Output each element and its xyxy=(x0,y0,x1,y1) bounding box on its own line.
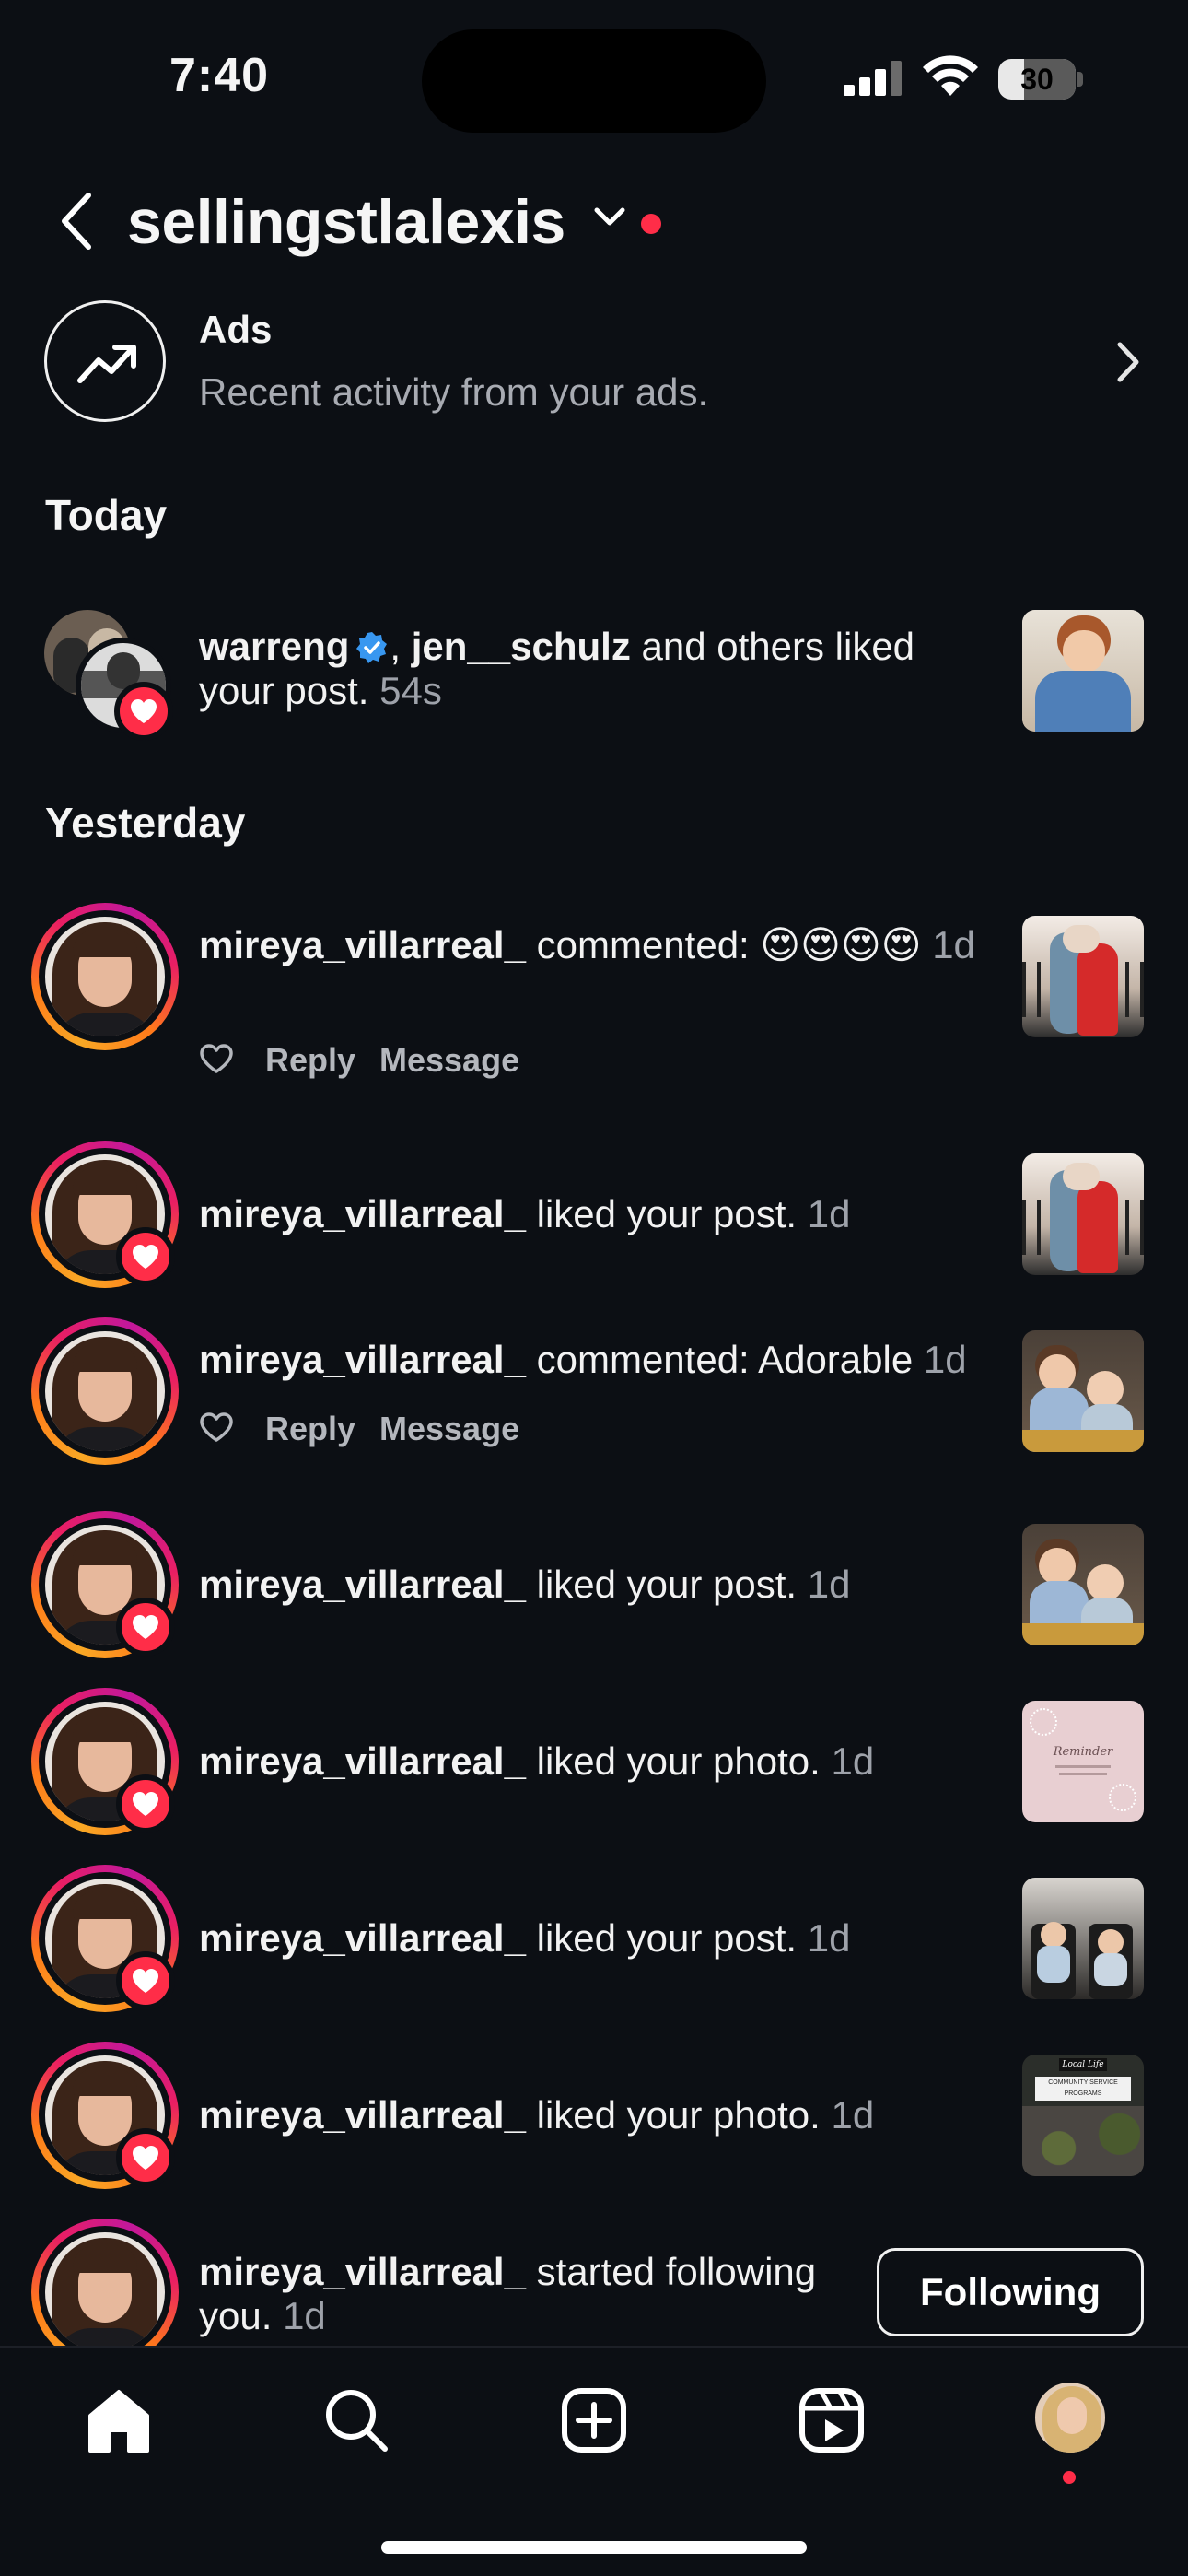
battery-level: 30 xyxy=(1020,63,1054,96)
section-today: Today xyxy=(45,491,168,539)
notification-text: mireya_villarreal_ started following you… xyxy=(199,2250,817,2337)
home-indicator xyxy=(381,2541,807,2554)
post-thumbnail[interactable] xyxy=(1022,916,1144,1037)
ads-activity-row[interactable]: Ads Recent activity from your ads. xyxy=(0,295,1188,433)
avatar-mireya-villarreal[interactable] xyxy=(31,1317,179,1465)
message-button[interactable]: Message xyxy=(379,1410,519,1448)
avatar-mireya-villarreal[interactable] xyxy=(31,2219,179,2348)
create-tab[interactable] xyxy=(558,2384,635,2462)
verified-badge-icon xyxy=(356,632,388,663)
like-heart-icon xyxy=(116,1598,175,1657)
notification-row[interactable]: warreng, jen__schulz and others liked yo… xyxy=(0,599,1188,746)
notification-text: mireya_villarreal_ liked your post. 1d xyxy=(199,1192,851,1235)
home-icon xyxy=(88,2390,149,2453)
following-button[interactable]: Following xyxy=(877,2248,1144,2336)
notification-text: warreng, jen__schulz and others liked yo… xyxy=(199,625,915,712)
search-icon xyxy=(326,2390,388,2452)
status-bar: 7:40 30 xyxy=(0,0,1188,138)
like-heart-icon xyxy=(114,682,173,741)
plus-square-icon xyxy=(562,2388,626,2453)
wifi-icon xyxy=(923,55,978,96)
activity-header: sellingstlalexis xyxy=(0,175,1188,267)
back-arrow-icon[interactable] xyxy=(53,188,99,254)
ads-subtitle: Recent activity from your ads. xyxy=(199,370,709,414)
chevron-down-icon[interactable] xyxy=(593,206,626,228)
ads-trend-icon xyxy=(44,300,166,422)
avatar-mireya-villarreal[interactable] xyxy=(31,903,179,1050)
home-tab[interactable] xyxy=(83,2384,160,2462)
notification-text: mireya_villarreal_ commented: Adorable 1… xyxy=(199,1338,967,1381)
thumbnail-caption: Reminder xyxy=(1053,1745,1113,1759)
notification-row[interactable]: mireya_villarreal_ liked your post. 1d xyxy=(0,1511,1188,1658)
reels-icon xyxy=(799,2388,864,2453)
like-heart-icon xyxy=(116,1951,175,2010)
notification-text: mireya_villarreal_ liked your photo. 1d xyxy=(199,1739,875,1783)
notification-dot xyxy=(641,214,661,234)
cellular-signal-icon xyxy=(844,61,902,96)
thumbnail-caption: COMMUNITY SERVICE PROGRAMS xyxy=(1035,2077,1131,2101)
post-thumbnail[interactable] xyxy=(1022,1153,1144,1275)
search-tab[interactable] xyxy=(320,2384,398,2462)
reply-button[interactable]: Reply xyxy=(265,1410,355,1448)
notification-row[interactable]: mireya_villarreal_ liked your photo. 1d … xyxy=(0,1688,1188,1835)
ads-title: Ads xyxy=(199,308,273,351)
status-time: 7:40 xyxy=(169,49,270,102)
dynamic-island xyxy=(422,29,766,133)
like-comment-heart-icon[interactable] xyxy=(199,1043,234,1074)
notification-text: mireya_villarreal_ commented: 😍😍😍😍 1d xyxy=(199,923,975,966)
post-thumbnail[interactable] xyxy=(1022,1878,1144,1999)
battery-icon: 30 xyxy=(998,59,1083,100)
post-thumbnail[interactable]: Local Life COMMUNITY SERVICE PROGRAMS xyxy=(1022,2055,1144,2176)
reply-button[interactable]: Reply xyxy=(265,1041,355,1080)
profile-tab-avatar[interactable] xyxy=(1033,2381,1107,2454)
post-thumbnail[interactable] xyxy=(1022,610,1144,732)
chevron-right-icon xyxy=(1117,342,1139,382)
notification-text: mireya_villarreal_ liked your post. 1d xyxy=(199,1916,851,1960)
notification-row[interactable]: mireya_villarreal_ commented: 😍😍😍😍 1d Re… xyxy=(0,903,1188,1106)
notification-row[interactable]: mireya_villarreal_ commented: Adorable 1… xyxy=(0,1317,1188,1502)
reels-tab[interactable] xyxy=(796,2384,873,2462)
like-comment-heart-icon[interactable] xyxy=(199,1411,234,1443)
like-heart-icon xyxy=(116,1774,175,1833)
thumbnail-caption: Local Life xyxy=(1059,2058,1107,2071)
notification-row[interactable]: mireya_villarreal_ liked your post. 1d xyxy=(0,1141,1188,1288)
notification-text: mireya_villarreal_ liked your photo. 1d xyxy=(199,2093,875,2137)
notification-row[interactable]: mireya_villarreal_ started following you… xyxy=(0,2219,1188,2348)
notification-row[interactable]: mireya_villarreal_ liked your post. 1d xyxy=(0,1865,1188,2012)
notification-text: mireya_villarreal_ liked your post. 1d xyxy=(199,1563,851,1606)
post-thumbnail[interactable]: Reminder xyxy=(1022,1701,1144,1822)
section-yesterday: Yesterday xyxy=(45,799,246,847)
profile-notification-dot xyxy=(1063,2471,1076,2484)
message-button[interactable]: Message xyxy=(379,1041,519,1080)
like-heart-icon xyxy=(116,2128,175,2187)
like-heart-icon xyxy=(116,1227,175,1286)
account-switcher-title[interactable]: sellingstlalexis xyxy=(127,186,565,258)
post-thumbnail[interactable] xyxy=(1022,1524,1144,1645)
notification-row[interactable]: mireya_villarreal_ liked your photo. 1d … xyxy=(0,2042,1188,2189)
post-thumbnail[interactable] xyxy=(1022,1330,1144,1452)
